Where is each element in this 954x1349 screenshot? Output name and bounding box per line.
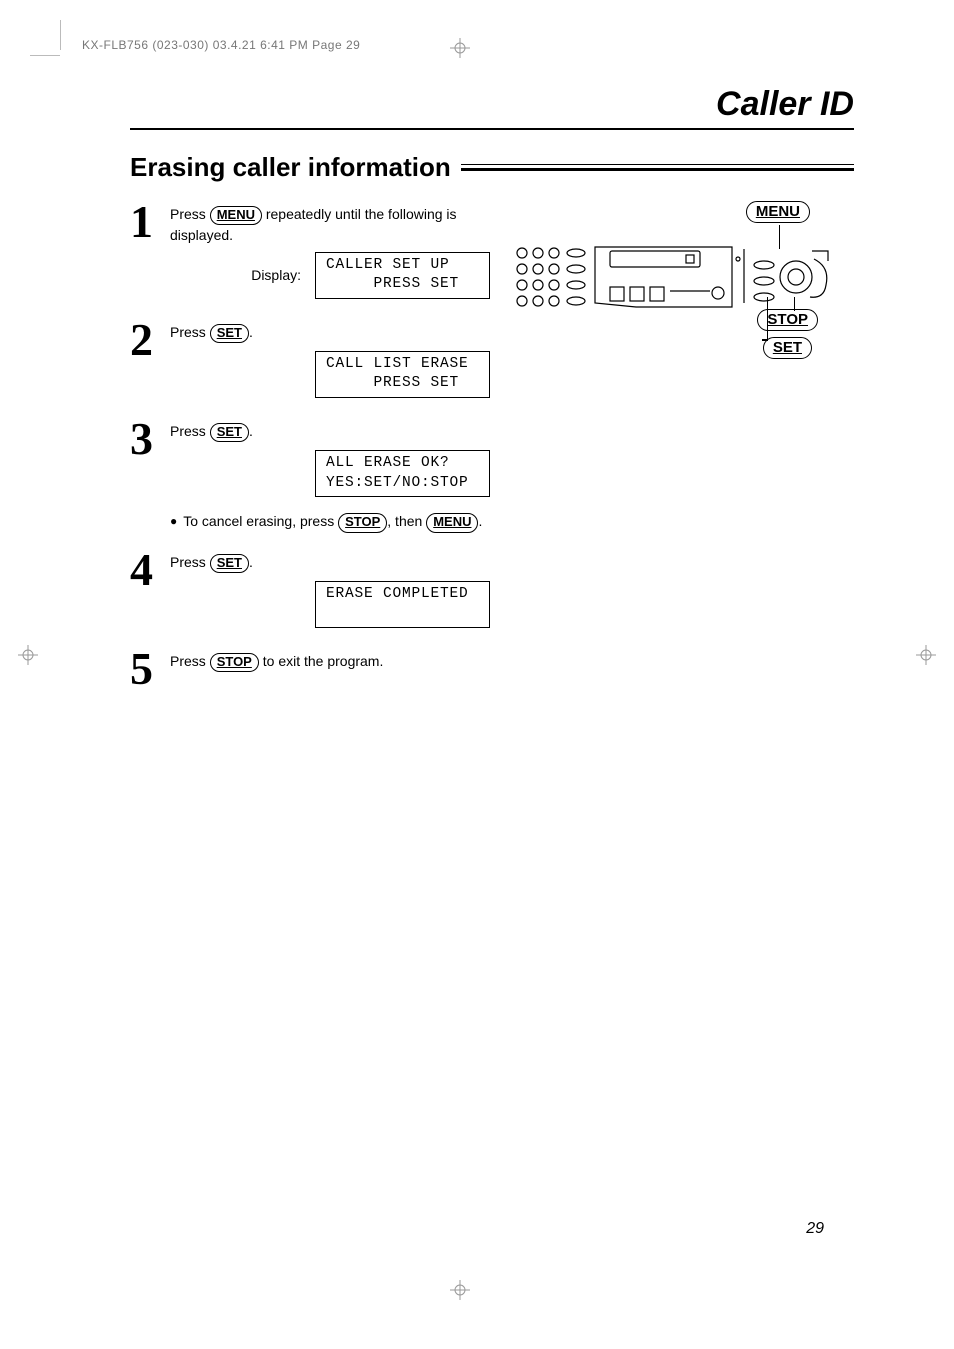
- set-key: SET: [210, 324, 249, 343]
- step-4: 4 Press SET. ERASE COMPLETED: [130, 549, 490, 642]
- steps-column: 1 Press MENU repeatedly until the follow…: [130, 201, 490, 695]
- step-number: 2: [130, 319, 170, 412]
- step-number: 1: [130, 201, 170, 313]
- page-content: Caller ID Erasing caller information 1 P…: [130, 85, 854, 695]
- step-number: 5: [130, 648, 170, 689]
- section-rule: [461, 163, 854, 173]
- step-5: 5 Press STOP to exit the program.: [130, 648, 490, 689]
- registration-mark-bottom: [450, 1280, 470, 1300]
- registration-mark-left: [18, 645, 38, 665]
- step-text: Press SET.: [170, 322, 490, 343]
- note-bullet: ● To cancel erasing, press STOP, then ME…: [170, 511, 490, 532]
- text: Press: [170, 423, 210, 439]
- leader-line: [767, 297, 769, 339]
- leader-line: [762, 339, 768, 341]
- device-illustration: MENU: [510, 201, 830, 361]
- crop-mark: [30, 55, 60, 56]
- step-3: 3 Press SET. ALL ERASE OK? YES:SET/NO:ST…: [130, 418, 490, 543]
- step-1: 1 Press MENU repeatedly until the follow…: [130, 201, 490, 313]
- section-header: Erasing caller information: [130, 152, 854, 183]
- lcd-display: ALL ERASE OK? YES:SET/NO:STOP: [315, 450, 490, 497]
- set-key: SET: [210, 423, 249, 442]
- registration-mark-right: [916, 645, 936, 665]
- step-number: 3: [130, 418, 170, 543]
- step-text: Press MENU repeatedly until the followin…: [170, 204, 490, 246]
- crop-mark: [60, 20, 61, 50]
- text: Press: [170, 206, 210, 222]
- text: to exit the program.: [259, 653, 384, 669]
- text: .: [249, 423, 253, 439]
- step-text: Press SET.: [170, 552, 490, 573]
- registration-mark-top: [450, 38, 470, 58]
- device-column: MENU: [510, 201, 854, 695]
- lcd-display: CALLER SET UP PRESS SET: [315, 252, 490, 299]
- chapter-title: Caller ID: [130, 85, 854, 124]
- print-slug: KX-FLB756 (023-030) 03.4.21 6:41 PM Page…: [82, 38, 360, 52]
- menu-key: MENU: [426, 513, 478, 532]
- lcd-display: CALL LIST ERASE PRESS SET: [315, 351, 490, 398]
- menu-callout: MENU: [746, 201, 810, 223]
- display-label: Display:: [251, 265, 301, 285]
- leader-line: [794, 297, 796, 311]
- step-text: Press SET.: [170, 421, 490, 442]
- text: Press: [170, 324, 210, 340]
- set-callout: SET: [763, 337, 812, 359]
- bullet-icon: ●: [170, 511, 177, 532]
- step-text: Press STOP to exit the program.: [170, 651, 490, 672]
- section-title: Erasing caller information: [130, 152, 461, 183]
- bullet-text: To cancel erasing, press STOP, then MENU…: [183, 511, 490, 532]
- stop-key: STOP: [338, 513, 387, 532]
- text: .: [478, 513, 482, 529]
- text: .: [249, 554, 253, 570]
- text: Press: [170, 554, 210, 570]
- text: To cancel erasing, press: [183, 513, 338, 529]
- menu-key: MENU: [210, 206, 262, 225]
- chapter-rule: [130, 128, 854, 130]
- text: Press: [170, 653, 210, 669]
- stop-key: STOP: [210, 653, 259, 672]
- set-key: SET: [210, 554, 249, 573]
- page-number: 29: [806, 1220, 824, 1238]
- step-number: 4: [130, 549, 170, 642]
- lcd-display: ERASE COMPLETED: [315, 581, 490, 628]
- text: .: [249, 324, 253, 340]
- text: , then: [387, 513, 426, 529]
- step-2: 2 Press SET. CALL LIST ERASE PRESS SET: [130, 319, 490, 412]
